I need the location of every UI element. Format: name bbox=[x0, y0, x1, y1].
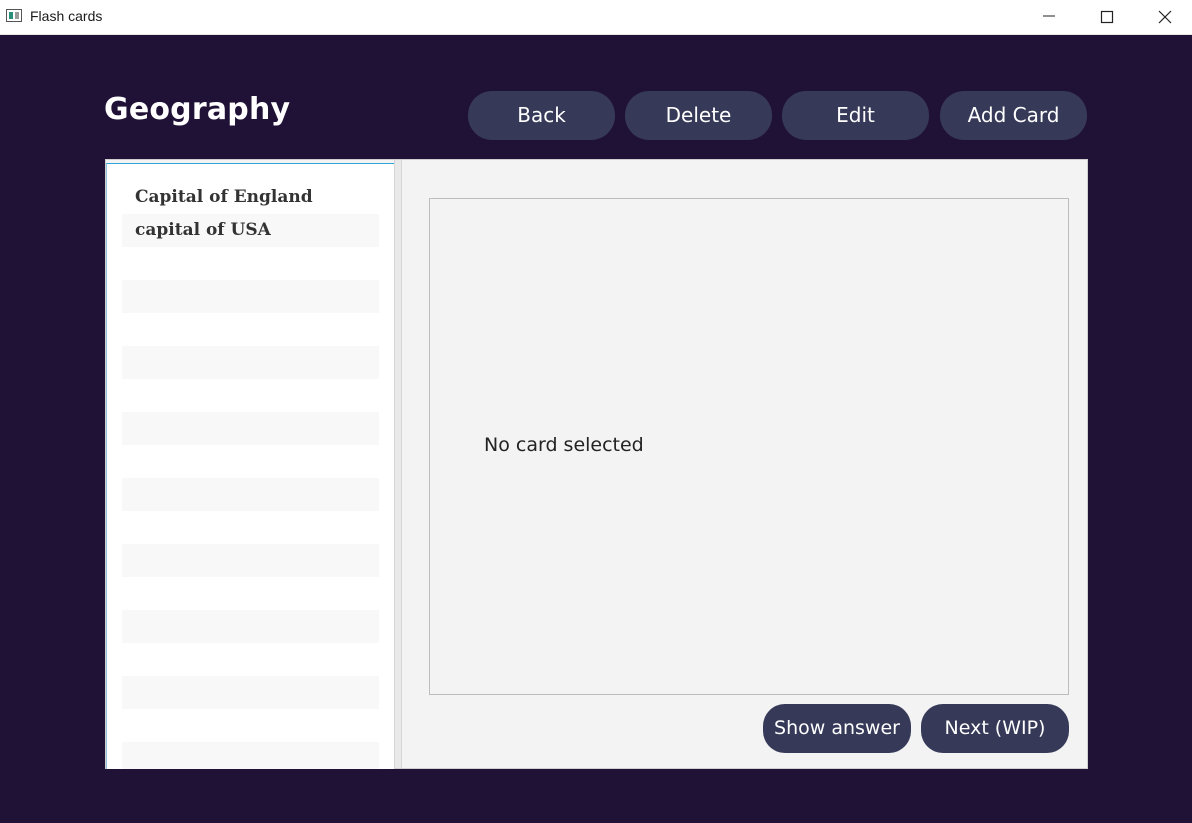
app-icon bbox=[6, 9, 22, 22]
empty-list-row bbox=[122, 280, 379, 313]
maximize-icon bbox=[1100, 10, 1114, 24]
minimize-icon bbox=[1043, 15, 1055, 17]
deck-title: Geography bbox=[104, 92, 291, 127]
delete-button[interactable]: Delete bbox=[625, 91, 772, 140]
card-list[interactable]: Capital of England capital of USA bbox=[106, 163, 394, 769]
window-title: Flash cards bbox=[30, 8, 103, 24]
maximize-button[interactable] bbox=[1078, 0, 1136, 34]
list-item[interactable]: capital of USA bbox=[122, 214, 379, 247]
card-text: No card selected bbox=[484, 434, 644, 456]
close-button[interactable] bbox=[1136, 0, 1192, 34]
add-card-button[interactable]: Add Card bbox=[940, 91, 1087, 140]
back-button[interactable]: Back bbox=[468, 91, 615, 140]
empty-list-row bbox=[122, 742, 379, 769]
empty-list-row bbox=[122, 412, 379, 445]
empty-list-row bbox=[122, 676, 379, 709]
empty-list-row bbox=[122, 478, 379, 511]
minimize-button[interactable] bbox=[1020, 0, 1078, 34]
window-titlebar: Flash cards bbox=[0, 0, 1192, 35]
empty-list-row bbox=[122, 346, 379, 379]
show-answer-button[interactable]: Show answer bbox=[763, 704, 911, 753]
close-icon bbox=[1158, 10, 1172, 24]
panel-splitter[interactable] bbox=[394, 160, 402, 768]
list-item[interactable]: Capital of England bbox=[122, 181, 379, 214]
next-button[interactable]: Next (WIP) bbox=[921, 704, 1069, 753]
empty-list-row bbox=[122, 544, 379, 577]
empty-list-row bbox=[122, 610, 379, 643]
edit-button[interactable]: Edit bbox=[782, 91, 929, 140]
